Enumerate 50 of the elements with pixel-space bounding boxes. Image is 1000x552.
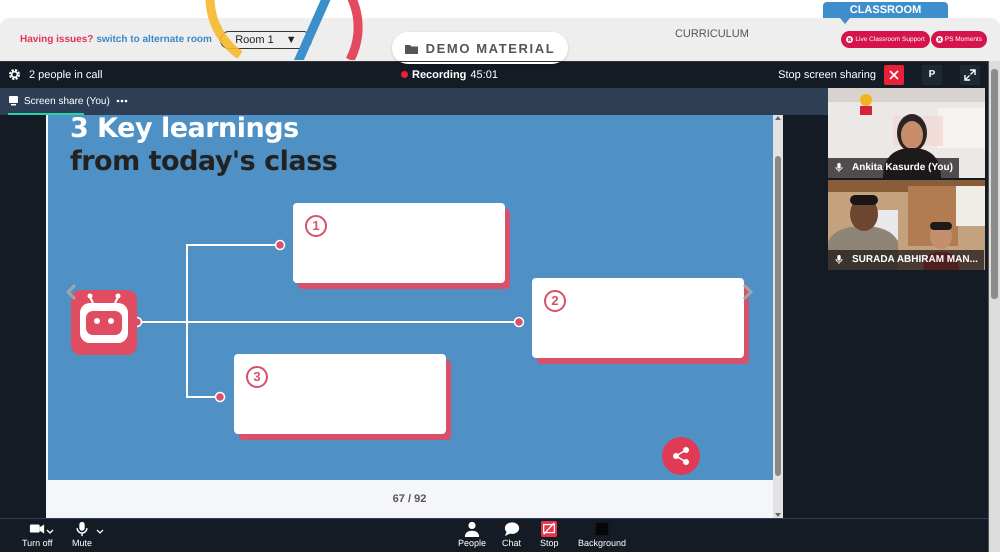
microphone-icon [834, 162, 844, 174]
screen-share-tab[interactable]: Screen share (You) [24, 96, 110, 107]
toolbar-button[interactable]: Mute [72, 520, 92, 549]
step-number: 1 [305, 214, 327, 237]
help-text: Having issues? [20, 34, 94, 45]
participant-name: Ankita Kasurde (You) [852, 162, 953, 174]
close-circle-icon [936, 36, 943, 43]
toolbar-button[interactable]: Stop [540, 520, 559, 549]
settings-icon[interactable] [8, 68, 21, 82]
chat-bubble-icon [504, 520, 520, 537]
chevron-down-icon[interactable] [46, 528, 54, 534]
person-icon [464, 520, 480, 537]
stop-sharing-label: Stop screen sharing [778, 68, 876, 81]
p-button[interactable]: P [922, 64, 942, 85]
page-counter: 67 / 92 [392, 492, 426, 505]
fullscreen-button[interactable] [960, 64, 980, 85]
slide-title: 3 Key learnings [70, 114, 299, 144]
step-number: 2 [544, 290, 566, 312]
toolbar-button[interactable]: Background [578, 520, 626, 549]
slide-title: from today's class [70, 146, 338, 177]
close-circle-icon [846, 36, 854, 43]
curriculum-tab[interactable]: CURRICULUM [674, 28, 749, 40]
stop-sharing-button[interactable] [884, 64, 904, 85]
recording-dot [401, 71, 408, 78]
close-icon [889, 70, 899, 80]
recording-label: Recording [412, 68, 466, 81]
scroll-down-icon[interactable] [774, 512, 782, 518]
microphone-icon [834, 254, 844, 266]
screen-share-stop-icon [541, 520, 558, 537]
participant-count: 2 people in call [29, 68, 102, 81]
screen-icon [9, 96, 18, 106]
toolbar-button[interactable]: Chat [502, 520, 522, 549]
recording-time: 45:01 [470, 68, 498, 81]
chevron-right-icon[interactable] [742, 284, 753, 300]
toolbar-button[interactable]: People [458, 520, 486, 549]
pointer-icon [840, 18, 850, 24]
share-button[interactable] [662, 436, 700, 475]
toolbar-button[interactable]: Turn off [22, 520, 53, 549]
page-scrollbar[interactable] [991, 69, 998, 299]
expand-icon [964, 68, 976, 81]
robot-icon [71, 290, 137, 355]
folder-icon [404, 42, 418, 54]
square-icon [594, 520, 610, 537]
demo-material-tab[interactable]: DEMO MATERIAL [392, 32, 568, 64]
step-number: 3 [246, 366, 268, 388]
more-icon[interactable] [116, 99, 128, 104]
microphone-icon [74, 520, 90, 537]
scrollbar-thumb[interactable] [775, 156, 781, 476]
chevron-down-icon[interactable] [96, 528, 104, 534]
participant-name: SURADA ABHIRAM MAN... [852, 254, 978, 266]
